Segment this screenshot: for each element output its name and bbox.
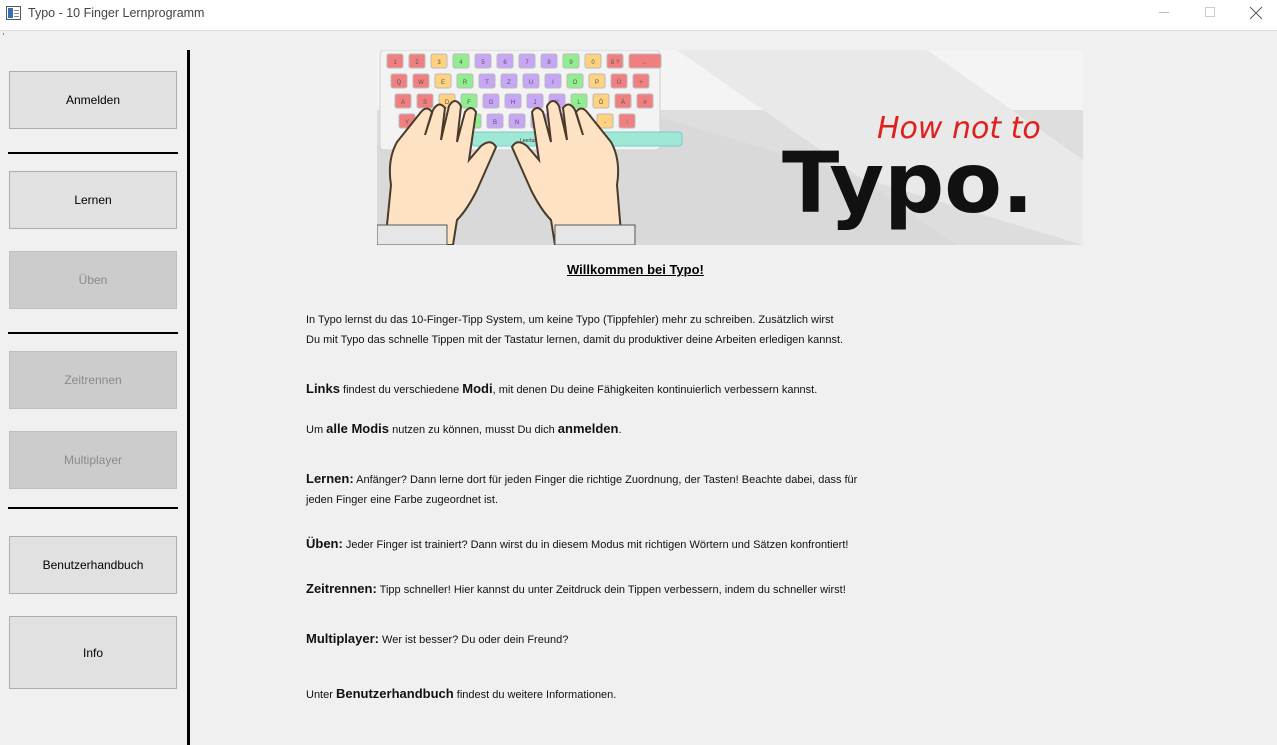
zeitrennen-paragraph: Zeitrennen: Tipp schneller! Hier kannst … <box>306 579 846 600</box>
lernen-button[interactable]: Lernen <box>9 171 177 229</box>
keyboard-key-label: G <box>489 100 494 106</box>
banner-image: 1234567890ß ?←QWERTZUIOPÜ+ASDFGHJKLÖÄ#YX… <box>377 50 1083 245</box>
multiplayer-bold: Multiplayer: <box>306 631 379 646</box>
keyboard-key-label: H <box>511 100 515 106</box>
ueben-paragraph: Üben: Jeder Finger ist trainiert? Dann w… <box>306 534 848 555</box>
keyboard-key-label: + <box>639 80 643 86</box>
modis-text-end: . <box>618 424 622 436</box>
keyboard-key-label: R <box>463 80 468 86</box>
maximize-button[interactable] <box>1187 0 1233 30</box>
keyboard-key-label: F <box>467 100 471 106</box>
banner-illustration: 1234567890ß ?←QWERTZUIOPÜ+ASDFGHJKLÖÄ#YX… <box>377 50 1083 245</box>
handbuch-text: Unter <box>306 689 336 701</box>
maximize-icon <box>1205 7 1215 17</box>
keyboard-key-label: S <box>423 100 427 106</box>
sidebar-divider <box>8 152 178 154</box>
keyboard-key-label: ß ? <box>611 60 620 66</box>
intro-line-2: Du mit Typo das schnelle Tippen mit der … <box>306 334 844 346</box>
ueben-text: Jeder Finger ist trainiert? Dann wirst d… <box>342 539 849 551</box>
anmelden-button[interactable]: Anmelden <box>9 71 177 129</box>
lernen-paragraph: Lernen: Anfänger? Dann lerne dort für je… <box>306 469 857 510</box>
keyboard-key-label: O <box>573 80 578 86</box>
modi-bold: Modi <box>462 381 493 396</box>
keyboard-key-label: N <box>515 120 519 126</box>
keyboard-key-label: Z <box>507 80 511 86</box>
keyboard-key-label: Q <box>397 80 402 86</box>
window-title: Typo - 10 Finger Lernprogramm <box>28 6 205 20</box>
multiplayer-text: Wer ist besser? Du oder dein Freund? <box>378 634 569 646</box>
keyboard-key-label: W <box>418 80 424 86</box>
sidebar: Anmelden Lernen Üben Zeitrennen Multipla… <box>0 38 187 745</box>
typo-logo: Typo. <box>782 134 1034 232</box>
links-paragraph: Links findest du verschiedene Modi, mit … <box>306 379 817 400</box>
zeitrennen-button[interactable]: Zeitrennen <box>9 351 177 409</box>
keyboard-key-label: ↑ <box>626 120 629 126</box>
links-bold: Links <box>306 381 340 396</box>
modis-text-mid: nutzen zu können, musst Du dich <box>389 424 558 436</box>
keyboard-key-label: Ö <box>599 99 604 106</box>
close-icon <box>1249 6 1263 20</box>
multiplayer-paragraph: Multiplayer: Wer ist besser? Du oder dei… <box>306 629 568 650</box>
zeitrennen-bold: Zeitrennen: <box>306 581 377 596</box>
benutzerhandbuch-button[interactable]: Benutzerhandbuch <box>9 536 177 594</box>
modis-paragraph: Um alle Modis nutzen zu können, musst Du… <box>306 419 622 440</box>
keyboard-key-label: - <box>604 120 606 126</box>
keyboard-key-label: B <box>493 120 497 126</box>
anmelden-bold: anmelden <box>557 421 619 436</box>
ueben-button[interactable]: Üben <box>9 251 177 309</box>
keyboard-key-label: T <box>485 80 489 86</box>
keyboard-key-label: ← <box>642 60 648 66</box>
app-icon <box>6 6 21 20</box>
app-window: Typo - 10 Finger Lernprogramm Anmelden L… <box>0 0 1277 745</box>
menu-grip <box>3 33 4 35</box>
menu-strip <box>0 30 1277 38</box>
handbuch-text-end: findest du weitere Informationen. <box>453 689 617 701</box>
links-text-end: , mit denen Du deine Fähigkeiten kontinu… <box>492 384 818 396</box>
intro-paragraph: In Typo lernst du das 10-Finger-Tipp Sys… <box>306 310 843 350</box>
zeitrennen-text: Tipp schneller! Hier kannst du unter Zei… <box>376 584 846 596</box>
intro-line-1: In Typo lernst du das 10-Finger-Tipp Sys… <box>306 314 834 326</box>
title-bar: Typo - 10 Finger Lernprogramm <box>0 0 1277 30</box>
keyboard-key-label: Y <box>405 120 409 126</box>
minimize-icon <box>1159 12 1169 13</box>
sidebar-border <box>187 50 190 745</box>
modis-text: Um <box>306 424 327 436</box>
welcome-heading: Willkommen bei Typo! <box>567 262 704 277</box>
sidebar-divider <box>8 507 178 509</box>
lernen-text: Anfänger? Dann lerne dort für jeden Fing… <box>353 474 858 486</box>
close-button[interactable] <box>1233 0 1277 30</box>
benutzerhandbuch-bold: Benutzerhandbuch <box>335 686 454 701</box>
info-button[interactable]: Info <box>9 616 177 689</box>
lernen-text-2: jeden Finger eine Farbe zugeordnet ist. <box>306 494 499 506</box>
ueben-bold: Üben: <box>306 536 343 551</box>
keyboard-key-label: E <box>441 80 445 86</box>
handbuch-paragraph: Unter Benutzerhandbuch findest du weiter… <box>306 684 616 705</box>
keyboard-key-label: P <box>595 80 599 86</box>
keyboard-key-label: A <box>401 100 405 106</box>
keyboard-key-label: Ä <box>621 99 625 106</box>
keyboard-key-label: J <box>534 100 537 106</box>
sidebar-divider <box>8 332 178 334</box>
lernen-bold: Lernen: <box>306 471 354 486</box>
links-text: findest du verschiedene <box>339 384 463 396</box>
minimize-button[interactable] <box>1141 0 1187 30</box>
multiplayer-button[interactable]: Multiplayer <box>9 431 177 489</box>
keyboard-key-label: U <box>529 80 533 86</box>
alle-modis-bold: alle Modis <box>326 421 390 436</box>
keyboard-key-label: Ü <box>617 79 621 86</box>
